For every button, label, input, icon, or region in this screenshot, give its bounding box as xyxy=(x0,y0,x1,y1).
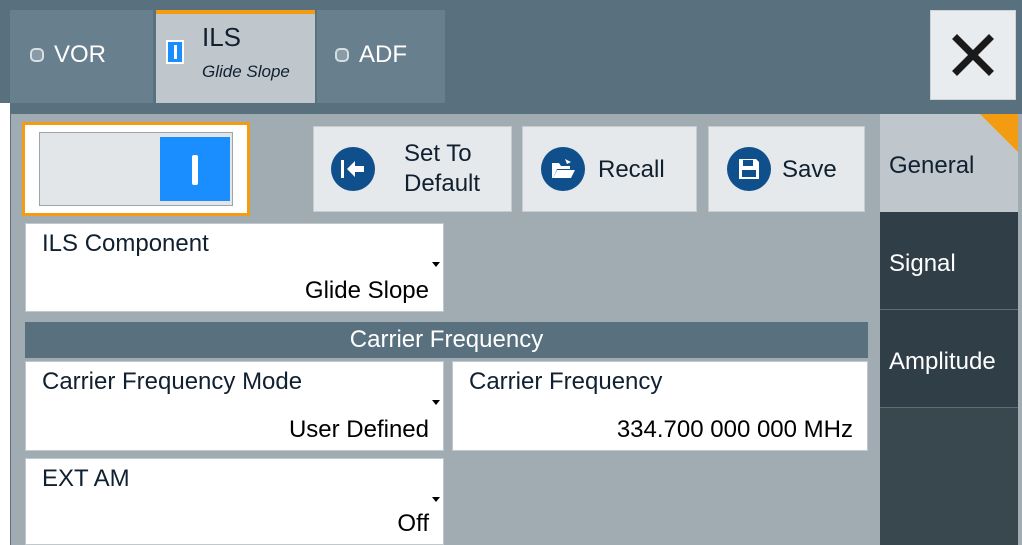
set-default-icon xyxy=(331,147,375,191)
carrier-frequency-section-header: Carrier Frequency xyxy=(25,322,868,358)
dropdown-arrow-icon xyxy=(432,400,440,405)
tab-vor[interactable]: VOR xyxy=(10,10,153,103)
toggle-on-knob xyxy=(160,137,230,201)
folder-open-icon xyxy=(541,147,585,191)
set-default-label-line1: Set To xyxy=(404,140,472,167)
save-disk-icon xyxy=(727,147,771,191)
section-title: Carrier Frequency xyxy=(349,326,544,353)
tab-off-indicator-icon xyxy=(30,48,44,62)
tab-off-indicator-icon xyxy=(335,48,349,62)
side-tab-general-label: General xyxy=(889,152,975,179)
carrier-frequency-title: Carrier Frequency xyxy=(469,368,663,395)
state-toggle[interactable] xyxy=(22,122,250,216)
set-to-default-button[interactable]: Set To Default xyxy=(313,126,512,212)
side-tab-signal-label: Signal xyxy=(889,250,956,277)
ext-am-select[interactable]: EXT AM Off xyxy=(25,458,444,545)
ils-component-select[interactable]: ILS Component Glide Slope xyxy=(25,223,444,312)
carrier-frequency-mode-select[interactable]: Carrier Frequency Mode User Defined xyxy=(25,361,444,451)
carrier-mode-title: Carrier Frequency Mode xyxy=(42,368,303,395)
left-margin xyxy=(0,103,10,545)
toggle-track xyxy=(39,132,233,206)
top-tab-bar xyxy=(0,0,1022,103)
tab-on-indicator-icon xyxy=(166,40,184,64)
close-x-icon xyxy=(952,34,994,76)
ils-component-value: Glide Slope xyxy=(304,277,429,304)
close-button[interactable] xyxy=(930,10,1016,100)
tab-ils-label: ILS xyxy=(202,22,242,52)
save-label: Save xyxy=(782,156,837,183)
active-corner-marker xyxy=(980,114,1018,152)
ils-component-title: ILS Component xyxy=(42,230,209,257)
carrier-frequency-value: 334.700 000 000 MHz xyxy=(616,416,853,443)
panel-top-border xyxy=(11,103,1022,114)
tab-vor-label: VOR xyxy=(54,41,107,68)
tab-adf-label: ADF xyxy=(359,41,407,68)
recall-button[interactable]: Recall xyxy=(522,126,697,212)
ext-am-value: Off xyxy=(397,510,429,537)
save-button[interactable]: Save xyxy=(708,126,865,212)
set-default-label-line2: Default xyxy=(404,170,481,197)
side-tab-general[interactable]: General xyxy=(880,114,1018,212)
carrier-mode-value: User Defined xyxy=(288,416,429,443)
recall-label: Recall xyxy=(598,156,665,183)
side-tab-signal[interactable]: Signal xyxy=(880,212,1018,310)
tab-adf[interactable]: ADF xyxy=(317,10,445,103)
tab-ils-sublabel: Glide Slope xyxy=(202,62,290,81)
dropdown-arrow-icon xyxy=(432,497,440,502)
side-tab-amplitude-label: Amplitude xyxy=(889,348,996,375)
ext-am-title: EXT AM xyxy=(42,465,130,492)
carrier-frequency-input[interactable]: Carrier Frequency 334.700 000 000 MHz xyxy=(452,361,868,451)
dropdown-arrow-icon xyxy=(432,262,440,267)
side-tab-amplitude[interactable]: Amplitude xyxy=(880,310,1018,408)
side-tab-empty xyxy=(880,408,1018,545)
tab-ils[interactable]: ILS Glide Slope xyxy=(156,10,315,103)
